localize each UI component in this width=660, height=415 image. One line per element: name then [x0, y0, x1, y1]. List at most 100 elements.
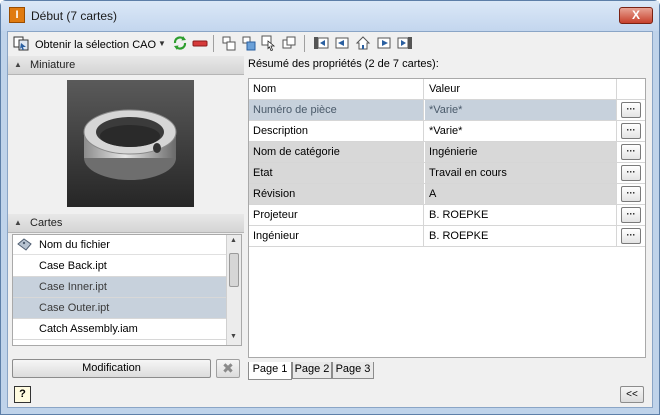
list-item-label: Case Back.ipt	[39, 260, 107, 272]
property-name: Numéro de pièce	[253, 104, 337, 116]
ellipsis-button[interactable]: ···	[621, 228, 641, 244]
table-row[interactable]: Révision A ···	[249, 184, 645, 205]
dialog-window: I Début (7 cartes) X Obtenir la sélectio…	[0, 0, 660, 415]
close-button[interactable]: X	[619, 7, 653, 24]
property-name: Projeteur	[253, 209, 298, 221]
thumbnail-panel-title: Miniature	[30, 59, 76, 71]
table-row[interactable]: Projeteur B. ROEPKE ···	[249, 205, 645, 226]
title-bar[interactable]: I Début (7 cartes) X	[1, 1, 659, 31]
ellipsis-button[interactable]: ···	[621, 207, 641, 223]
column-label: Nom	[253, 83, 277, 95]
scroll-up-icon[interactable]: ▲	[230, 237, 237, 244]
property-value-cell[interactable]: A	[425, 184, 617, 204]
cards-panel-title: Cartes	[30, 217, 63, 229]
property-value: *Varie*	[429, 125, 463, 137]
window-icon[interactable]	[281, 35, 297, 51]
tab-page-2[interactable]: Page 2	[292, 362, 332, 379]
tab-page-1[interactable]: Page 1	[248, 362, 292, 380]
name-column-header[interactable]: Nom	[249, 79, 424, 99]
property-value: Ingénierie	[429, 146, 478, 158]
part-thumbnail	[67, 80, 194, 207]
table-row[interactable]: Ingénieur B. ROEPKE ···	[249, 226, 645, 247]
card-last-icon[interactable]	[397, 35, 413, 51]
ellipsis-button[interactable]: ···	[621, 186, 641, 202]
ellipsis-button[interactable]: ···	[621, 123, 641, 139]
modify-button[interactable]: Modification	[12, 359, 211, 378]
property-value-cell[interactable]: *Varie*	[425, 121, 617, 141]
property-value: *Varie*	[429, 104, 463, 116]
property-value-cell[interactable]: B. ROEPKE	[425, 226, 617, 246]
grid-header-row: Nom Valeur	[249, 79, 645, 100]
toolbar: Obtenir la sélection CAO ▼	[8, 32, 652, 54]
ellipsis-button[interactable]: ···	[621, 144, 641, 160]
column-label: Valeur	[429, 83, 460, 95]
value-column-header[interactable]: Valeur	[425, 79, 617, 99]
filename-column-label: Nom du fichier	[39, 239, 110, 251]
property-name: Description	[253, 125, 309, 137]
get-cad-selection-label: Obtenir la sélection CAO	[35, 39, 157, 51]
window-title: Début (7 cartes)	[31, 9, 118, 23]
property-name: Nom de catégorie	[253, 146, 340, 158]
dialog-body: Obtenir la sélection CAO ▼ ▲ Miniature ▲…	[7, 31, 653, 408]
property-value: Travail en cours	[429, 167, 507, 179]
list-item-label: Case Inner.ipt	[39, 281, 107, 293]
property-name: Révision	[253, 188, 296, 200]
property-name-cell: Révision	[249, 184, 424, 204]
table-row[interactable]: Nom de catégorie Ingénierie ···	[249, 142, 645, 163]
card-prev-icon[interactable]	[334, 35, 350, 51]
select-cad-icon	[13, 36, 29, 51]
table-row[interactable]: Etat Travail en cours ···	[249, 163, 645, 184]
card-next-icon[interactable]	[376, 35, 392, 51]
help-icon[interactable]: ?	[14, 386, 31, 403]
vertical-scrollbar[interactable]: ▲ ▼	[226, 235, 241, 345]
property-value: B. ROEPKE	[429, 209, 489, 221]
paste-props-icon[interactable]	[241, 35, 257, 51]
property-value: B. ROEPKE	[429, 230, 489, 242]
property-value-cell[interactable]: B. ROEPKE	[425, 205, 617, 225]
cards-panel-header[interactable]: ▲ Cartes	[8, 214, 244, 233]
get-cad-selection-button[interactable]: Obtenir la sélection CAO ▼	[10, 34, 166, 52]
collapse-panel-button[interactable]: <<	[620, 386, 644, 403]
scroll-down-icon[interactable]: ▼	[230, 333, 237, 340]
property-name-cell: Numéro de pièce	[249, 100, 424, 120]
list-item[interactable]: Catch Assembly.iam	[13, 319, 227, 340]
property-value-cell[interactable]: *Varie*	[425, 100, 617, 120]
table-row[interactable]: Numéro de pièce *Varie* ···	[249, 100, 645, 121]
thumbnail-area	[12, 76, 242, 214]
property-name-cell: Ingénieur	[249, 226, 424, 246]
chevron-down-icon[interactable]: ▼	[158, 39, 166, 48]
collapse-chevron-icon[interactable]: ▲	[14, 218, 22, 227]
property-name: Ingénieur	[253, 230, 299, 242]
property-value-cell[interactable]: Ingénierie	[425, 142, 617, 162]
property-name-cell: Description	[249, 121, 424, 141]
property-value: A	[429, 188, 437, 200]
scrollbar-thumb[interactable]	[229, 253, 239, 287]
tab-page-3[interactable]: Page 3	[332, 362, 374, 379]
list-column-header[interactable]: Nom du fichier	[13, 235, 227, 255]
remove-icon[interactable]	[192, 35, 208, 51]
ring-part-image	[83, 109, 177, 180]
copy-props-icon[interactable]	[221, 35, 237, 51]
property-value-cell[interactable]: Travail en cours	[425, 163, 617, 183]
collapse-chevron-icon[interactable]: ▲	[14, 60, 22, 69]
ellipsis-button[interactable]: ···	[621, 102, 641, 118]
property-name-cell: Projeteur	[249, 205, 424, 225]
cards-list: Nom du fichier Case Back.ipt Case Inner.…	[12, 234, 242, 346]
property-name-cell: Etat	[249, 163, 424, 183]
thumbnail-panel-header[interactable]: ▲ Miniature	[8, 56, 244, 75]
tag-icon	[17, 238, 32, 251]
table-row[interactable]: Description *Varie* ···	[249, 121, 645, 142]
pick-icon[interactable]	[261, 35, 277, 51]
inventor-app-icon: I	[9, 7, 25, 23]
ellipsis-button[interactable]: ···	[621, 165, 641, 181]
list-item[interactable]: Case Back.ipt	[13, 256, 227, 277]
card-home-icon[interactable]	[355, 35, 371, 51]
list-item-label: Case Outer.ipt	[39, 302, 110, 314]
card-first-icon[interactable]	[313, 35, 329, 51]
refresh-icon[interactable]	[172, 35, 188, 51]
list-item[interactable]: Case Inner.ipt	[13, 277, 227, 298]
cancel-icon[interactable]: ✖	[216, 359, 240, 378]
list-item[interactable]: Case Outer.ipt	[13, 298, 227, 319]
toolbar-separator	[213, 35, 214, 52]
property-name-cell: Nom de catégorie	[249, 142, 424, 162]
